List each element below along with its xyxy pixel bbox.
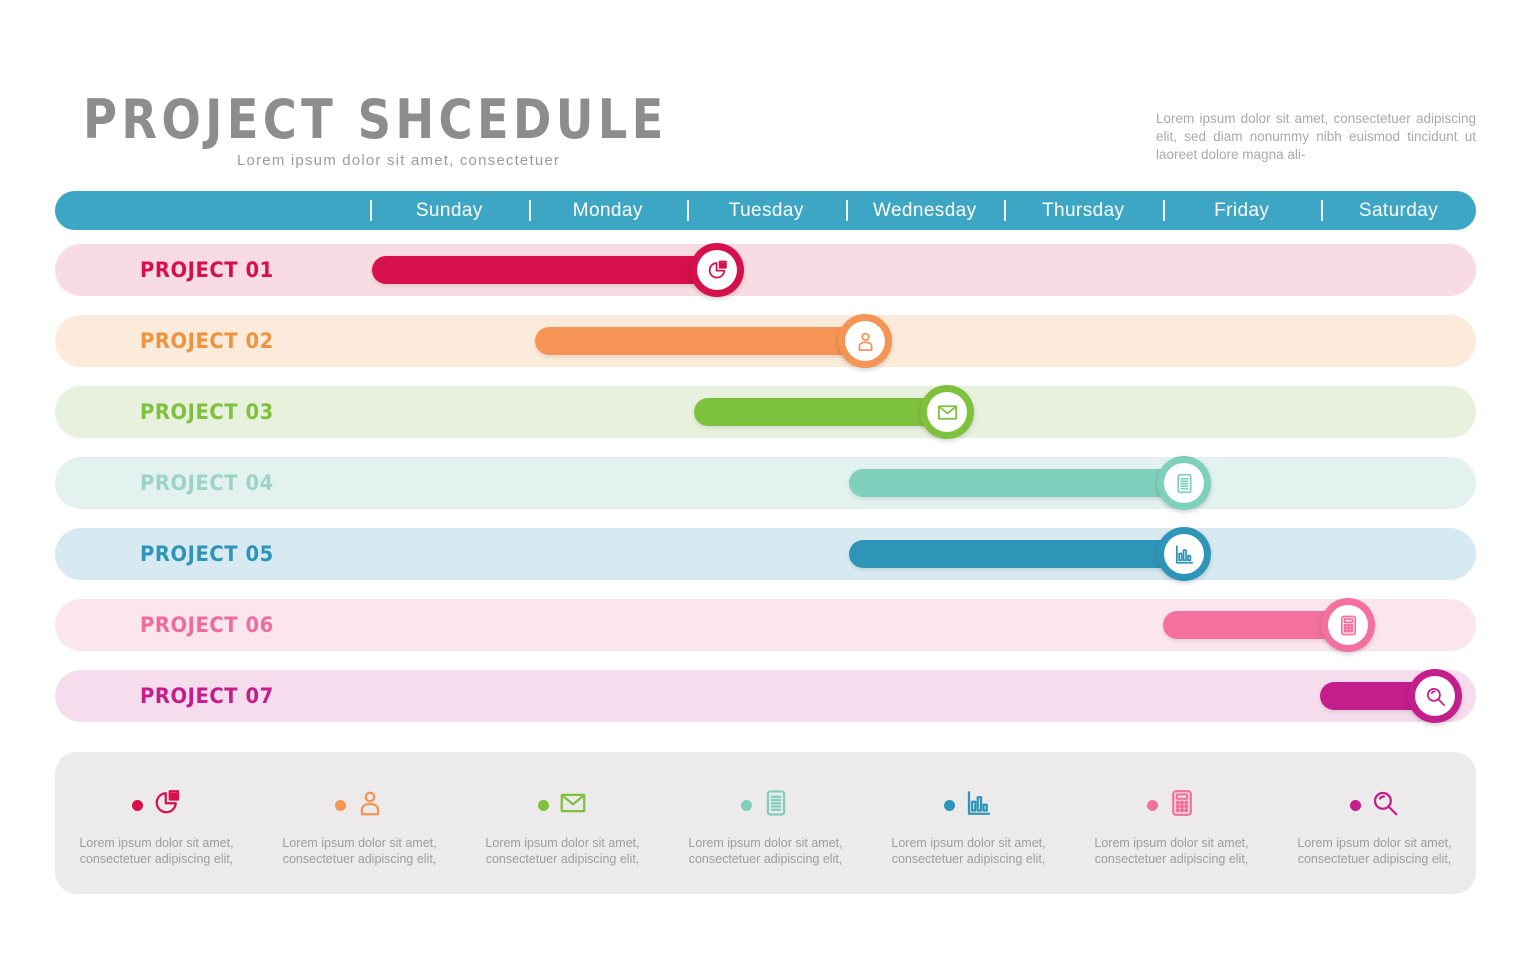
- project-label: PROJECT 02: [140, 329, 274, 353]
- pie-chart-icon: [152, 788, 182, 823]
- legend-head: [943, 786, 994, 824]
- gantt-row-4[interactable]: PROJECT 04: [55, 457, 1476, 509]
- legend-item-3[interactable]: Lorem ipsum dolor sit amet, consectetuer…: [461, 752, 664, 894]
- legend-head: [334, 786, 385, 824]
- task-bar-4[interactable]: [849, 469, 1199, 497]
- day-label: Tuesday: [728, 199, 804, 221]
- person-icon: [845, 321, 885, 361]
- legend-text: Lorem ipsum dolor sit amet, consectetuer…: [1094, 836, 1249, 866]
- calculator-icon: [1328, 605, 1368, 645]
- legend-head: [131, 786, 182, 824]
- envelope-icon: [558, 788, 588, 823]
- day-header-sunday: Sunday: [370, 191, 529, 230]
- legend-text: Lorem ipsum dolor sit amet, consectetuer…: [891, 836, 1046, 866]
- task-bar-2[interactable]: [535, 327, 880, 355]
- header-note: Lorem ipsum dolor sit amet, consectetuer…: [1156, 111, 1476, 162]
- legend-dot: [1349, 799, 1361, 811]
- day-label: Thursday: [1042, 199, 1125, 221]
- legend-head: [740, 786, 791, 824]
- legend-text: Lorem ipsum dolor sit amet, consectetuer…: [282, 836, 437, 866]
- gantt-row-7[interactable]: PROJECT 07: [55, 670, 1476, 722]
- legend-dot: [131, 799, 143, 811]
- calculator-icon: [1167, 788, 1197, 823]
- project-label: PROJECT 01: [140, 258, 274, 282]
- legend-text: Lorem ipsum dolor sit amet, consectetuer…: [79, 836, 234, 866]
- legend-dot: [740, 799, 752, 811]
- day-header-monday: Monday: [528, 191, 688, 230]
- legend-item-7[interactable]: Lorem ipsum dolor sit amet, consectetuer…: [1273, 752, 1476, 894]
- project-label: PROJECT 05: [140, 542, 274, 566]
- envelope-icon: [927, 392, 967, 432]
- day-header-tuesday: Tuesday: [687, 191, 846, 230]
- gantt-chart: PROJECT 01 PROJECT 02 PROJECT 03 PROJECT 0…: [55, 240, 1476, 732]
- header: PROJECT SHCEDULE Lorem ipsum dolor sit a…: [0, 0, 1531, 185]
- day-label: Wednesday: [872, 199, 977, 221]
- legend-item-2[interactable]: Lorem ipsum dolor sit amet, consectetuer…: [258, 752, 461, 894]
- legend-head: [1146, 786, 1197, 824]
- document-icon: [761, 788, 791, 823]
- bar-chart-icon: [1164, 534, 1204, 574]
- legend-dot: [943, 799, 955, 811]
- person-icon: [355, 788, 385, 823]
- legend-item-5[interactable]: Lorem ipsum dolor sit amet, consectetuer…: [867, 752, 1070, 894]
- day-header-bar: Sunday Monday Tuesday Wednesday Thursday Frid…: [55, 191, 1476, 230]
- pie-chart-icon: [697, 250, 737, 290]
- day-header-wednesday: Wednesday: [845, 191, 1005, 230]
- day-label: Monday: [572, 199, 643, 221]
- magnifier-icon: [1415, 676, 1455, 716]
- day-header-thursday: Thursday: [1004, 191, 1163, 230]
- page-subtitle: Lorem ipsum dolor sit amet, consectetuer: [237, 152, 561, 169]
- task-milestone-6[interactable]: [1321, 598, 1375, 652]
- bar-chart-icon: [964, 788, 994, 823]
- task-milestone-2[interactable]: [838, 314, 892, 368]
- task-milestone-7[interactable]: [1408, 669, 1462, 723]
- day-header-saturday: Saturday: [1321, 191, 1476, 230]
- legend-text: Lorem ipsum dolor sit amet, consectetuer…: [1297, 836, 1452, 866]
- day-header-friday: Friday: [1162, 191, 1322, 230]
- document-icon: [1164, 463, 1204, 503]
- task-milestone-5[interactable]: [1157, 527, 1211, 581]
- day-label: Saturday: [1358, 199, 1439, 221]
- legend-dot: [537, 799, 549, 811]
- legend-head: [537, 786, 588, 824]
- task-milestone-3[interactable]: [920, 385, 974, 439]
- infographic-page: PROJECT SHCEDULE Lorem ipsum dolor sit a…: [0, 0, 1531, 980]
- legend-item-1[interactable]: Lorem ipsum dolor sit amet, consectetuer…: [55, 752, 258, 894]
- project-label: PROJECT 07: [140, 684, 274, 708]
- legend-text: Lorem ipsum dolor sit amet, consectetuer…: [485, 836, 640, 866]
- legend-panel: Lorem ipsum dolor sit amet, consectetuer…: [55, 752, 1476, 894]
- legend-item-6[interactable]: Lorem ipsum dolor sit amet, consectetuer…: [1070, 752, 1273, 894]
- legend-text: Lorem ipsum dolor sit amet, consectetuer…: [688, 836, 843, 866]
- page-title: PROJECT SHCEDULE: [83, 88, 668, 151]
- legend-head: [1349, 786, 1400, 824]
- gantt-row-1[interactable]: PROJECT 01: [55, 244, 1476, 296]
- gantt-row-5[interactable]: PROJECT 05: [55, 528, 1476, 580]
- day-label: Friday: [1214, 199, 1270, 221]
- project-label: PROJECT 06: [140, 613, 274, 637]
- day-label: Sunday: [415, 199, 483, 221]
- legend-dot: [334, 799, 346, 811]
- project-label: PROJECT 03: [140, 400, 274, 424]
- task-bar-1[interactable]: [372, 256, 732, 284]
- task-milestone-4[interactable]: [1157, 456, 1211, 510]
- task-milestone-1[interactable]: [690, 243, 744, 297]
- legend-dot: [1146, 799, 1158, 811]
- task-bar-5[interactable]: [849, 540, 1199, 568]
- legend-item-4[interactable]: Lorem ipsum dolor sit amet, consectetuer…: [664, 752, 867, 894]
- project-label: PROJECT 04: [140, 471, 274, 495]
- magnifier-icon: [1370, 788, 1400, 823]
